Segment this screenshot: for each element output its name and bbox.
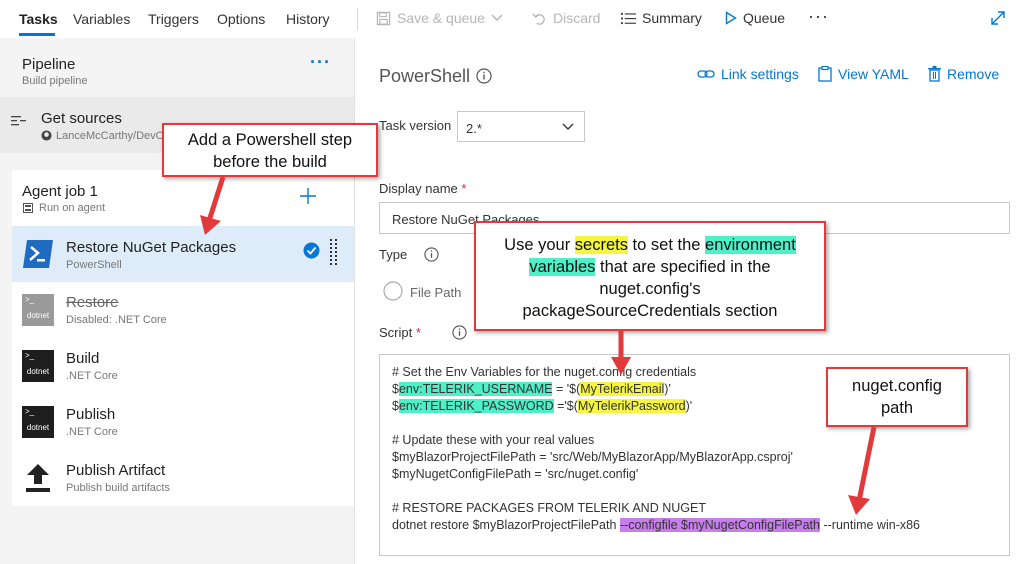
info-icon[interactable] [424,247,439,262]
task-publish-artifact[interactable]: Publish Artifact Publish build artifacts [12,450,354,506]
task-title: Publish [66,406,116,423]
chevron-down-icon [491,14,503,21]
view-yaml-label: View YAML [838,66,909,82]
task-build[interactable]: >_ dotnet Build .NET Core [12,338,354,394]
expand-icon[interactable] [990,10,1006,26]
trash-icon [928,66,941,82]
panel-divider [354,38,355,564]
dotnet-icon: >_ dotnet [22,406,54,438]
active-tab-indicator [19,33,55,36]
callout-nuget-config-path: nuget.config path [826,367,968,427]
tab-tasks[interactable]: Tasks [19,11,58,27]
get-sources-title: Get sources [41,110,122,127]
source-list-icon [11,116,26,126]
callout-powershell-step: Add a Powershell step before the build [162,123,378,177]
pipeline-title: Pipeline [22,56,76,73]
info-icon[interactable] [452,325,467,340]
add-task-icon[interactable] [299,187,317,205]
chevron-down-icon [562,123,574,130]
upload-icon [26,464,50,492]
tab-variables[interactable]: Variables [73,11,130,27]
callout-secrets: Use your secrets to set the environment … [474,221,826,331]
toolbar-divider [357,8,358,30]
tab-history[interactable]: History [286,11,330,27]
file-path-radio[interactable] [383,281,403,301]
save-icon [376,11,391,25]
dotnet-icon: >_ dotnet [22,350,54,382]
task-title: Restore NuGet Packages [66,239,237,256]
remove-label: Remove [947,66,1000,82]
more-actions-button[interactable]: ··· [808,6,829,27]
task-subtitle: .NET Core [66,370,118,382]
display-name-label: Display name * [379,181,467,196]
clipboard-icon [818,66,832,82]
task-version-value: 2.* [466,121,482,136]
agent-job-row[interactable]: Agent job 1 Run on agent [12,170,354,226]
task-version-select[interactable]: 2.* [457,111,585,142]
pipeline-subtitle: Build pipeline [22,75,88,87]
agent-job-subtitle: Run on agent [39,202,106,214]
agent-icon [23,203,33,213]
link-icon [697,70,715,78]
task-subtitle: PowerShell [66,259,122,271]
tab-triggers[interactable]: Triggers [148,11,199,27]
summary-label: Summary [642,10,702,26]
discard-button[interactable]: Discard [532,10,600,26]
info-icon[interactable] [476,68,492,84]
task-subtitle: .NET Core [66,426,118,438]
task-version-label: Task version [379,118,452,133]
task-subtitle: Disabled: .NET Core [66,314,167,326]
file-path-radio-label: File Path [410,285,462,300]
queue-button[interactable]: Queue [725,10,785,26]
remove-button[interactable]: Remove [928,66,999,82]
enabled-check-icon [303,242,320,259]
github-icon [41,130,52,141]
task-publish[interactable]: >_ dotnet Publish .NET Core [12,394,354,450]
get-sources-repo: LanceMcCarthy/DevO [56,130,165,142]
type-label: Type [379,247,408,262]
task-title: Restore [66,294,119,311]
task-title: Build [66,350,100,367]
script-label: Script * [379,325,421,340]
pipeline-more-button[interactable]: ··· [310,52,331,73]
link-settings-button[interactable]: Link settings [697,66,799,82]
link-settings-label: Link settings [721,66,799,82]
queue-label: Queue [743,10,786,26]
tab-options[interactable]: Options [217,11,265,27]
agent-job-title: Agent job 1 [22,183,98,200]
save-queue-button[interactable]: Save & queue [376,10,503,26]
undo-icon [532,12,545,25]
dotnet-icon: >_ dotnet [22,294,54,326]
top-toolbar: Tasks Variables Triggers Options History… [0,0,1021,38]
task-title: Publish Artifact [66,462,166,479]
powershell-icon [23,240,53,268]
pipeline-header[interactable]: Pipeline Build pipeline ··· [0,38,354,97]
view-yaml-button[interactable]: View YAML [818,66,909,82]
task-subtitle: Publish build artifacts [66,482,170,494]
discard-label: Discard [553,10,601,26]
play-icon [725,11,737,25]
task-panel-title: PowerShell [379,66,471,86]
task-restore-nuget[interactable]: Restore NuGet Packages PowerShell [12,226,354,282]
task-restore[interactable]: >_ dotnet Restore Disabled: .NET Core [12,282,354,338]
summary-button[interactable]: Summary [621,10,702,26]
list-icon [621,12,636,24]
drag-handle-icon[interactable] [330,239,338,265]
save-queue-label: Save & queue [397,10,485,26]
